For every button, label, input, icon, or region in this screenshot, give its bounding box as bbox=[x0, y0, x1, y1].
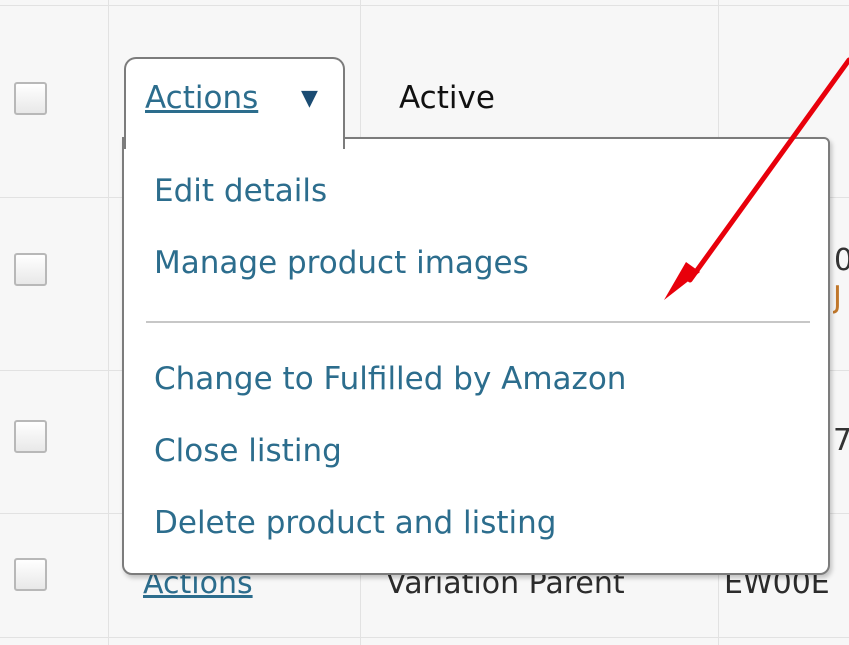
row-select-checkbox[interactable] bbox=[14, 253, 47, 286]
caret-down-icon[interactable]: ▼ bbox=[301, 86, 318, 111]
row-sku: EW00E bbox=[724, 575, 830, 601]
menu-item-delete-product-and-listing[interactable]: Delete product and listing bbox=[154, 505, 556, 541]
row-actions-link[interactable]: Actions bbox=[143, 575, 303, 603]
column-divider bbox=[108, 0, 109, 645]
menu-separator bbox=[146, 321, 810, 323]
actions-dropdown-trigger[interactable]: Actions ▼ bbox=[124, 57, 345, 149]
row-divider bbox=[0, 5, 849, 6]
row-select-checkbox[interactable] bbox=[14, 558, 47, 591]
menu-item-manage-product-images[interactable]: Manage product images bbox=[154, 245, 529, 281]
row-divider bbox=[0, 637, 849, 638]
row-value-partial: 7 bbox=[833, 423, 849, 458]
row-value-partial: J bbox=[833, 280, 842, 315]
row-status: Active bbox=[399, 80, 495, 116]
row-select-checkbox[interactable] bbox=[14, 82, 47, 115]
row-value-partial: 0 bbox=[834, 243, 849, 278]
row-status: Variation Parent bbox=[386, 575, 625, 601]
row-select-checkbox[interactable] bbox=[14, 420, 47, 453]
actions-link[interactable]: Actions bbox=[145, 80, 258, 116]
actions-menu: Edit details Manage product images Chang… bbox=[122, 137, 830, 575]
menu-item-close-listing[interactable]: Close listing bbox=[154, 433, 342, 469]
menu-item-change-to-fba[interactable]: Change to Fulfilled by Amazon bbox=[154, 361, 626, 397]
menu-item-edit-details[interactable]: Edit details bbox=[154, 173, 327, 209]
